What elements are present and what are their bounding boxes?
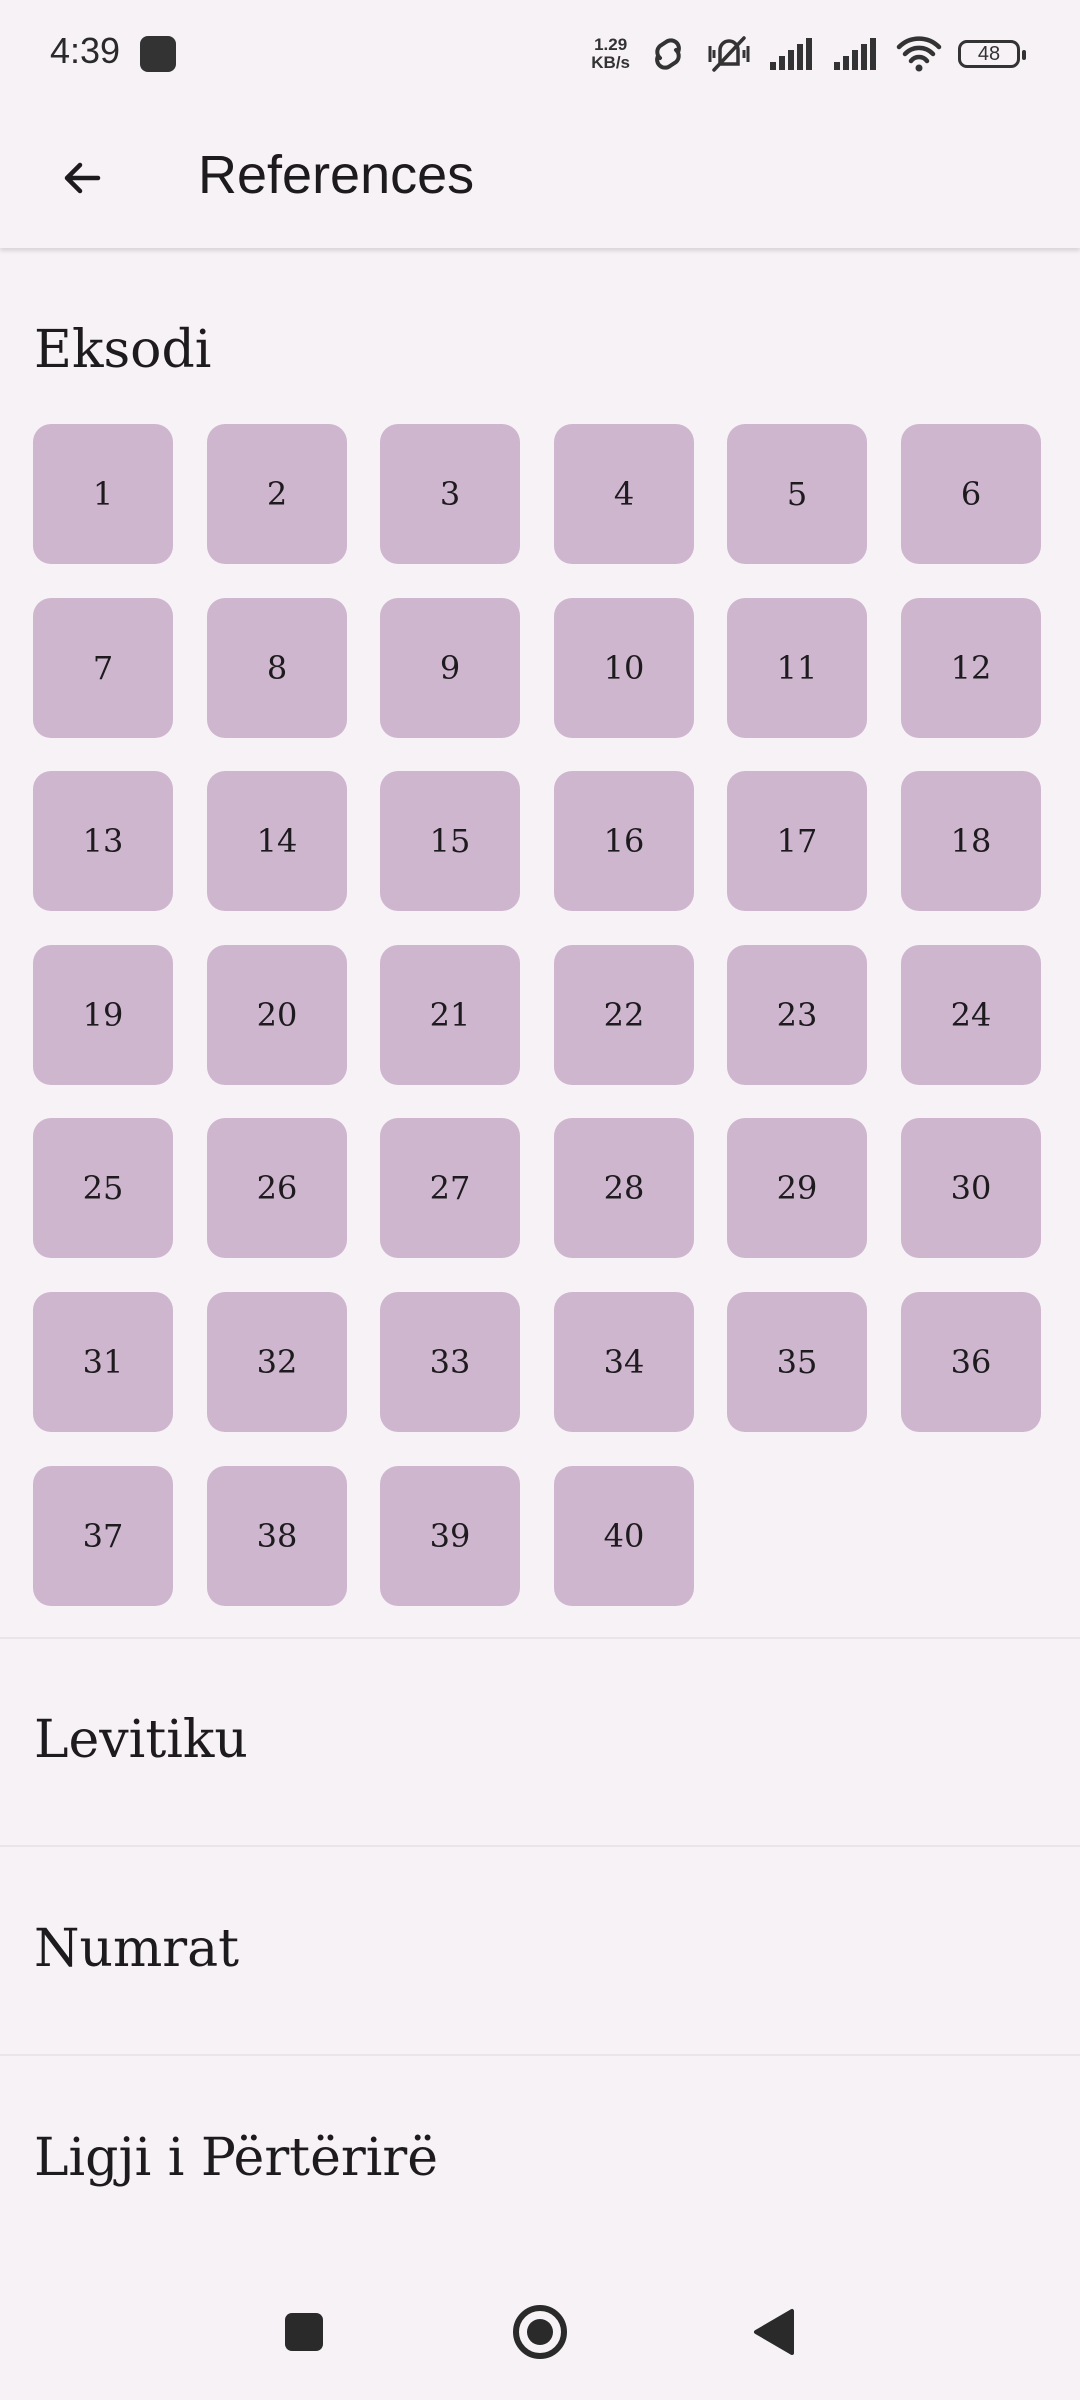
book-header-eksodi[interactable]: Eksodi <box>34 320 211 380</box>
chapter-button[interactable]: 6 <box>901 424 1041 564</box>
back-button[interactable] <box>40 136 124 220</box>
book-header-levitiku[interactable]: Levitiku <box>34 1710 248 1770</box>
chapter-button[interactable]: 7 <box>33 598 173 738</box>
chapter-button[interactable]: 10 <box>554 598 694 738</box>
recents-square-icon <box>285 2313 323 2351</box>
chapter-button[interactable]: 13 <box>33 771 173 911</box>
chapter-button[interactable]: 33 <box>380 1292 520 1432</box>
chapter-button[interactable]: 2 <box>207 424 347 564</box>
chapter-button[interactable]: 17 <box>727 771 867 911</box>
chapter-button[interactable]: 18 <box>901 771 1041 911</box>
chapter-button[interactable]: 9 <box>380 598 520 738</box>
status-icons: 1.29 KB/s 48 <box>591 30 1026 78</box>
vibrate-off-icon <box>708 36 750 72</box>
chapter-button[interactable]: 40 <box>554 1466 694 1606</box>
chapter-button[interactable]: 19 <box>33 945 173 1085</box>
book-list: Eksodi 1 2 3 4 5 6 7 8 9 10 11 12 13 14 15 16 17 18 19 20 21… <box>0 248 1080 2264</box>
chapter-button[interactable]: 34 <box>554 1292 694 1432</box>
chapter-button[interactable]: 16 <box>554 771 694 911</box>
status-time: 4:39 <box>50 30 121 71</box>
chapter-button[interactable]: 28 <box>554 1118 694 1258</box>
chapter-button[interactable]: 38 <box>207 1466 347 1606</box>
recents-button[interactable] <box>264 2292 344 2372</box>
divider <box>0 1845 1080 1847</box>
chapter-button[interactable]: 8 <box>207 598 347 738</box>
divider <box>0 1637 1080 1639</box>
home-circle-icon <box>513 2305 567 2359</box>
app-bar: References <box>0 108 1080 248</box>
chapter-button[interactable]: 29 <box>727 1118 867 1258</box>
link-icon <box>655 38 681 70</box>
chapter-button[interactable]: 4 <box>554 424 694 564</box>
arrow-left-icon <box>64 162 101 194</box>
chapter-button[interactable]: 36 <box>901 1292 1041 1432</box>
battery-icon: 48 <box>958 40 1026 68</box>
chapter-button[interactable]: 1 <box>33 424 173 564</box>
chapter-button[interactable]: 39 <box>380 1466 520 1606</box>
home-button[interactable] <box>500 2292 580 2372</box>
chapter-button[interactable]: 32 <box>207 1292 347 1432</box>
wifi-icon <box>896 36 942 72</box>
chapter-button[interactable]: 31 <box>33 1292 173 1432</box>
chapter-button[interactable]: 5 <box>727 424 867 564</box>
chapter-button[interactable]: 30 <box>901 1118 1041 1258</box>
chapter-button[interactable]: 22 <box>554 945 694 1085</box>
chapter-button[interactable]: 25 <box>33 1118 173 1258</box>
network-speed: 1.29 KB/s <box>591 36 630 72</box>
nav-back-button[interactable] <box>734 2292 814 2372</box>
chapter-button[interactable]: 37 <box>33 1466 173 1606</box>
chapter-button[interactable]: 21 <box>380 945 520 1085</box>
chapter-button[interactable]: 26 <box>207 1118 347 1258</box>
signal-icon <box>834 38 876 70</box>
chapter-button[interactable]: 23 <box>727 945 867 1085</box>
chapter-button[interactable]: 12 <box>901 598 1041 738</box>
battery-level: 48 <box>977 42 1001 65</box>
chapter-button[interactable]: 24 <box>901 945 1041 1085</box>
app-notification-icon <box>140 36 176 72</box>
chapter-button[interactable]: 14 <box>207 771 347 911</box>
chapter-button[interactable]: 3 <box>380 424 520 564</box>
chapter-button[interactable]: 15 <box>380 771 520 911</box>
back-triangle-icon <box>754 2309 794 2355</box>
divider <box>0 2054 1080 2056</box>
chapter-button[interactable]: 27 <box>380 1118 520 1258</box>
network-speed-unit: KB/s <box>591 53 630 72</box>
signal-icon <box>770 38 812 70</box>
status-bar: 4:39 1.29 KB/s 48 <box>0 0 1080 108</box>
system-navigation-bar <box>0 2264 1080 2400</box>
chapter-button[interactable]: 20 <box>207 945 347 1085</box>
chapter-button[interactable]: 35 <box>727 1292 867 1432</box>
book-header-ligji-i-perterire[interactable]: Ligji i Përtërirë <box>34 2128 438 2188</box>
network-speed-value: 1.29 <box>594 35 628 54</box>
page-title: References <box>198 145 475 205</box>
chapter-button[interactable]: 11 <box>727 598 867 738</box>
book-header-numrat[interactable]: Numrat <box>34 1919 239 1979</box>
